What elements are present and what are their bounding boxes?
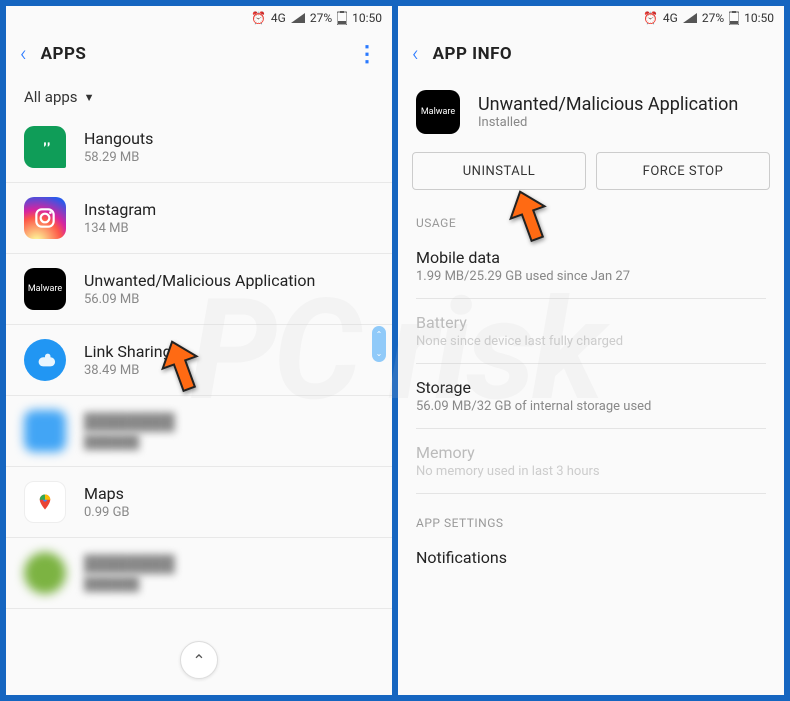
phone-app-info: ⏰ 4G 27% 10:50 ‹ APP INFO Malware Unwant…: [398, 6, 784, 695]
alarm-icon: ⏰: [251, 11, 266, 25]
hangouts-icon: [24, 126, 66, 168]
battery-icon: [729, 11, 739, 25]
row-value: None since device last fully charged: [416, 334, 766, 349]
notifications-row[interactable]: Notifications: [416, 534, 766, 567]
instagram-icon: [24, 197, 66, 239]
battery-pct: 27%: [702, 11, 724, 25]
network-icon: 4G: [663, 11, 678, 25]
app-size: 58.29 MB: [84, 150, 374, 165]
page-title: APPS: [41, 44, 356, 64]
row-value: 1.99 MB/25.29 GB used since Jan 27: [416, 269, 766, 284]
app-name: Unwanted/Malicious Application: [478, 94, 738, 115]
status-bar: ⏰ 4G 27% 10:50: [398, 6, 784, 30]
app-size-blurred: ██████: [84, 434, 374, 450]
section-app-settings: APP SETTINGS: [398, 508, 784, 534]
app-install-status: Installed: [478, 115, 738, 130]
force-stop-button[interactable]: FORCE STOP: [596, 152, 770, 190]
back-icon[interactable]: ‹: [20, 42, 27, 67]
apps-list: Hangouts 58.29 MB Instagram 134 MB Malwa…: [6, 112, 392, 695]
row-label: Battery: [416, 313, 766, 332]
page-title: APP INFO: [433, 44, 770, 64]
app-row-maps[interactable]: Maps 0.99 GB: [6, 467, 392, 538]
storage-row[interactable]: Storage 56.09 MB/32 GB of internal stora…: [416, 364, 766, 429]
app-row-instagram[interactable]: Instagram 134 MB: [6, 183, 392, 254]
app-row-hangouts[interactable]: Hangouts 58.29 MB: [6, 112, 392, 183]
header: ‹ APP INFO: [398, 30, 784, 78]
mobile-data-row[interactable]: Mobile data 1.99 MB/25.29 GB used since …: [416, 234, 766, 299]
row-label: Notifications: [416, 548, 766, 567]
clock: 10:50: [744, 11, 774, 25]
app-name-blurred: ████████: [84, 412, 374, 432]
app-row-malicious[interactable]: Malware Unwanted/Malicious Application 5…: [6, 254, 392, 325]
status-bar: ⏰ 4G 27% 10:50: [6, 6, 392, 30]
chevron-up-icon: ⌃: [376, 330, 383, 339]
back-icon[interactable]: ‹: [412, 42, 419, 67]
chevron-down-icon: ▼: [84, 91, 95, 104]
filter-dropdown[interactable]: All apps ▼: [6, 78, 392, 112]
malware-icon: Malware: [24, 268, 66, 310]
app-info-header: Malware Unwanted/Malicious Application I…: [398, 78, 784, 146]
maps-icon: [24, 481, 66, 523]
phone-apps-list: ⏰ 4G 27% 10:50 ‹ APPS ⋮ All apps ▼ Hango…: [6, 6, 392, 695]
app-row-linksharing[interactable]: Link Sharing 38.49 MB: [6, 325, 392, 396]
app-name: Instagram: [84, 200, 374, 219]
scroll-to-top-button[interactable]: ⌃: [180, 641, 218, 679]
app-row-blurred[interactable]: ████████ ██████: [6, 396, 392, 467]
alarm-icon: ⏰: [643, 11, 658, 25]
app-row-blurred-2[interactable]: ████████ ██████: [6, 538, 392, 609]
section-usage: USAGE: [398, 208, 784, 234]
scroll-handle[interactable]: ⌃ ⌄: [372, 326, 386, 362]
signal-icon: [291, 13, 305, 23]
linkshare-icon: [24, 339, 66, 381]
network-icon: 4G: [271, 11, 286, 25]
uninstall-button[interactable]: UNINSTALL: [412, 152, 586, 190]
chevron-down-icon: ⌄: [376, 349, 383, 358]
app-name: Unwanted/Malicious Application: [84, 271, 374, 290]
app-name: Hangouts: [84, 129, 374, 148]
row-value: No memory used in last 3 hours: [416, 464, 766, 479]
app-size: 0.99 GB: [84, 505, 374, 520]
blurred-icon: [24, 410, 66, 452]
battery-row[interactable]: Battery None since device last fully cha…: [416, 299, 766, 364]
app-size: 56.09 MB: [84, 292, 374, 307]
app-name: Link Sharing: [84, 342, 374, 361]
memory-row[interactable]: Memory No memory used in last 3 hours: [416, 429, 766, 494]
header: ‹ APPS ⋮: [6, 30, 392, 78]
app-size: 134 MB: [84, 221, 374, 236]
app-name: Maps: [84, 484, 374, 503]
filter-label: All apps: [24, 88, 78, 106]
row-value: 56.09 MB/32 GB of internal storage used: [416, 399, 766, 414]
app-name-blurred: ████████: [84, 554, 374, 574]
row-label: Mobile data: [416, 248, 766, 267]
action-buttons: UNINSTALL FORCE STOP: [398, 146, 784, 208]
clock: 10:50: [352, 11, 382, 25]
malware-icon: Malware: [416, 90, 460, 134]
app-size-blurred: ██████: [84, 576, 374, 592]
app-size: 38.49 MB: [84, 363, 374, 378]
more-icon[interactable]: ⋮: [356, 42, 378, 67]
row-label: Memory: [416, 443, 766, 462]
battery-icon: [337, 11, 347, 25]
battery-pct: 27%: [310, 11, 332, 25]
row-label: Storage: [416, 378, 766, 397]
chevron-up-icon: ⌃: [192, 651, 205, 670]
blurred-icon: [24, 552, 66, 594]
signal-icon: [683, 13, 697, 23]
